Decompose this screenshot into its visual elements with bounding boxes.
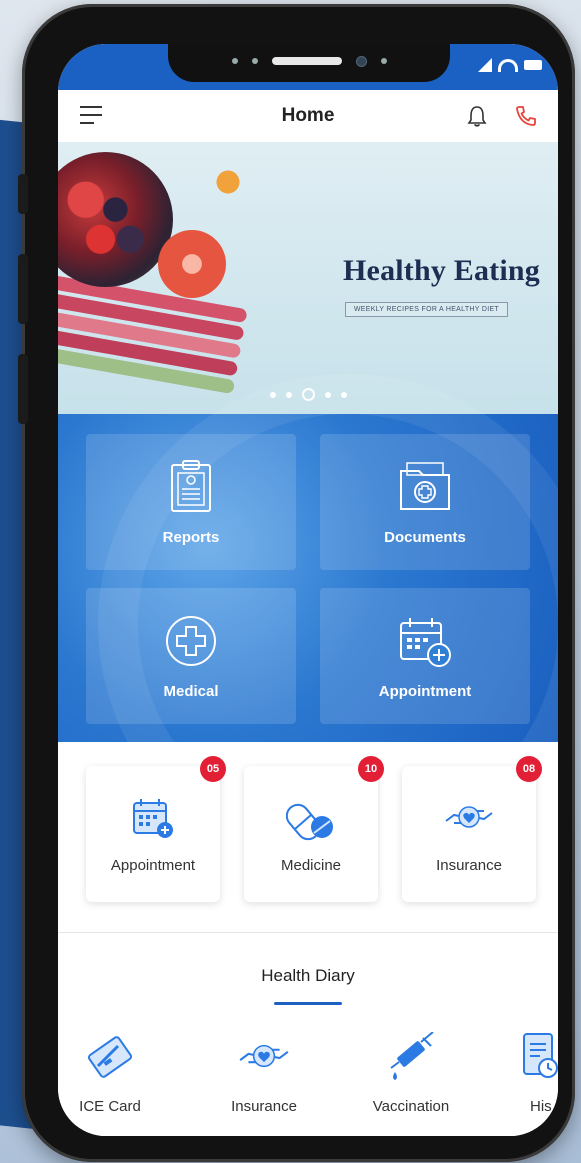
tile-label: Medical [163, 682, 219, 700]
side-button [18, 354, 28, 424]
notch [168, 44, 450, 82]
banner-image [158, 230, 226, 298]
card-icon [87, 1036, 133, 1078]
quick-appointment[interactable]: 05 Appointment [86, 756, 226, 902]
status-bar [58, 44, 558, 90]
hands-heart-icon [445, 805, 493, 828]
tile-label: Appointment [378, 682, 472, 700]
pill-icon [286, 803, 333, 840]
quick-actions: 05 Appointment 10 Medicine 08 Insurance [58, 742, 558, 932]
banner-title: Healthy Eating [343, 254, 540, 287]
syringe-icon [390, 1032, 434, 1080]
folder-medical-icon [400, 461, 450, 510]
signal-icon [478, 58, 492, 72]
promo-banner[interactable]: Healthy Eating WEEKLY RECIPES FOR A HEAL… [58, 142, 558, 414]
count-badge: 05 [200, 756, 226, 782]
tile-label: Reports [162, 528, 220, 546]
clipboard-report-icon [171, 459, 211, 512]
tile-medical[interactable]: Medical [86, 588, 296, 724]
app-screen: Home Healthy Eating WEEKLY RECIPES FOR A… [58, 44, 558, 1136]
tile-appointment[interactable]: Appointment [320, 588, 530, 724]
wifi-icon [498, 58, 518, 72]
count-badge: 08 [516, 756, 542, 782]
banner-image [208, 162, 248, 202]
quick-medicine[interactable]: 10 Medicine [244, 756, 384, 902]
diary-item-vaccination[interactable]: Vaccination [351, 1032, 471, 1115]
diary-item-ice-card[interactable]: ICE Card [58, 1032, 170, 1115]
quick-label: Appointment [110, 856, 196, 874]
medical-cross-icon [166, 615, 216, 666]
banner-subtitle: WEEKLY RECIPES FOR A HEALTHY DIET [344, 302, 508, 317]
feature-tiles: Reports Documents Medical Appointment [58, 374, 558, 874]
divider [58, 932, 558, 933]
quick-insurance[interactable]: 08 Insurance [402, 756, 542, 902]
count-badge: 10 [358, 756, 384, 782]
call-icon[interactable] [514, 104, 538, 128]
side-button [18, 174, 28, 214]
tile-label: Documents [384, 528, 466, 546]
section-underline [274, 1002, 342, 1005]
health-diary: Health Diary ICE Card Insurance Vaccinat… [58, 932, 558, 1136]
diary-label: ICE Card [79, 1098, 141, 1115]
page-title: Home [281, 105, 335, 126]
diary-label: Insurance [231, 1098, 297, 1115]
quick-label: Medicine [280, 856, 342, 874]
diary-label: Vaccination [372, 1098, 450, 1115]
bell-icon[interactable] [466, 104, 488, 128]
banner-image [58, 152, 173, 287]
calendar-icon [133, 798, 173, 838]
calendar-plus-icon [400, 617, 451, 667]
diary-item-history[interactable]: His [478, 1032, 558, 1115]
history-document-icon [523, 1033, 558, 1078]
quick-label: Insurance [436, 856, 502, 874]
side-button [18, 254, 28, 324]
tile-documents[interactable]: Documents [320, 434, 530, 570]
diary-label: His [530, 1098, 552, 1115]
battery-icon [524, 60, 542, 70]
hands-heart-icon [239, 1044, 289, 1068]
menu-icon[interactable] [80, 106, 102, 130]
diary-item-insurance[interactable]: Insurance [204, 1032, 324, 1115]
app-header: Home [58, 90, 558, 142]
section-title: Health Diary [261, 966, 355, 985]
tile-reports[interactable]: Reports [86, 434, 296, 570]
